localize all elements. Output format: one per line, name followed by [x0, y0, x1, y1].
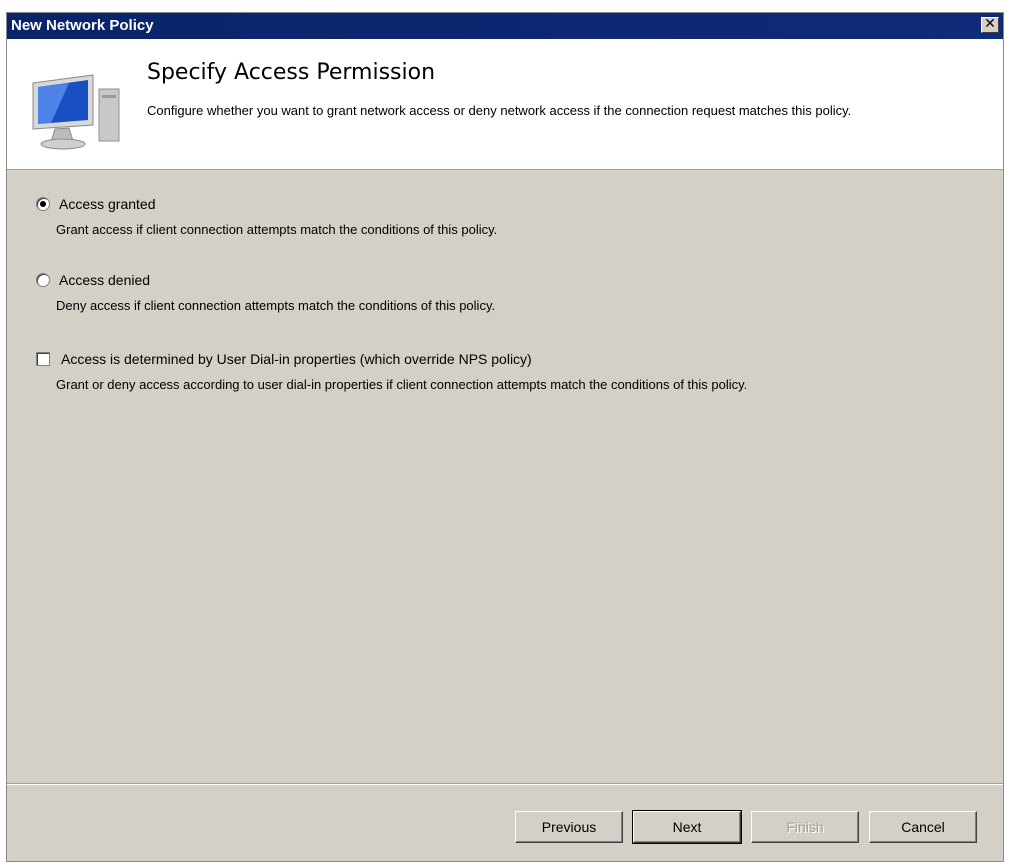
next-button[interactable]: Next — [632, 810, 742, 844]
access-denied-radio[interactable] — [36, 273, 50, 287]
network-computer-icon — [32, 74, 120, 150]
access-denied-label[interactable]: Access denied — [59, 272, 150, 288]
access-denied-description: Deny access if client connection attempt… — [56, 298, 496, 313]
option-access-denied: Access denied Deny access if client conn… — [36, 272, 495, 313]
wizard-header: Specify Access Permission Configure whet… — [7, 39, 1003, 170]
window-title: New Network Policy — [11, 17, 154, 34]
finish-button: Finish — [751, 811, 859, 843]
page-title: Specify Access Permission — [147, 60, 436, 85]
dialin-properties-checkbox[interactable] — [36, 352, 50, 366]
access-granted-label[interactable]: Access granted — [59, 196, 156, 212]
footer-divider — [7, 783, 1003, 785]
close-button[interactable]: ✕ — [981, 17, 999, 33]
page-description: Configure whether you want to grant netw… — [147, 103, 852, 118]
option-access-granted: Access granted Grant access if client co… — [36, 196, 497, 237]
dialin-properties-label[interactable]: Access is determined by User Dial-in pro… — [61, 351, 532, 367]
access-granted-radio[interactable] — [36, 197, 50, 211]
cancel-button[interactable]: Cancel — [869, 811, 977, 843]
title-bar[interactable]: New Network Policy ✕ — [7, 13, 1003, 39]
access-granted-description: Grant access if client connection attemp… — [56, 222, 498, 237]
dialin-properties-description: Grant or deny access according to user d… — [56, 377, 748, 392]
new-network-policy-window: New Network Policy ✕ Specify Access Perm… — [6, 12, 1004, 862]
previous-button[interactable]: Previous — [515, 811, 623, 843]
option-dialin-properties: Access is determined by User Dial-in pro… — [36, 351, 747, 392]
close-icon: ✕ — [984, 16, 996, 32]
